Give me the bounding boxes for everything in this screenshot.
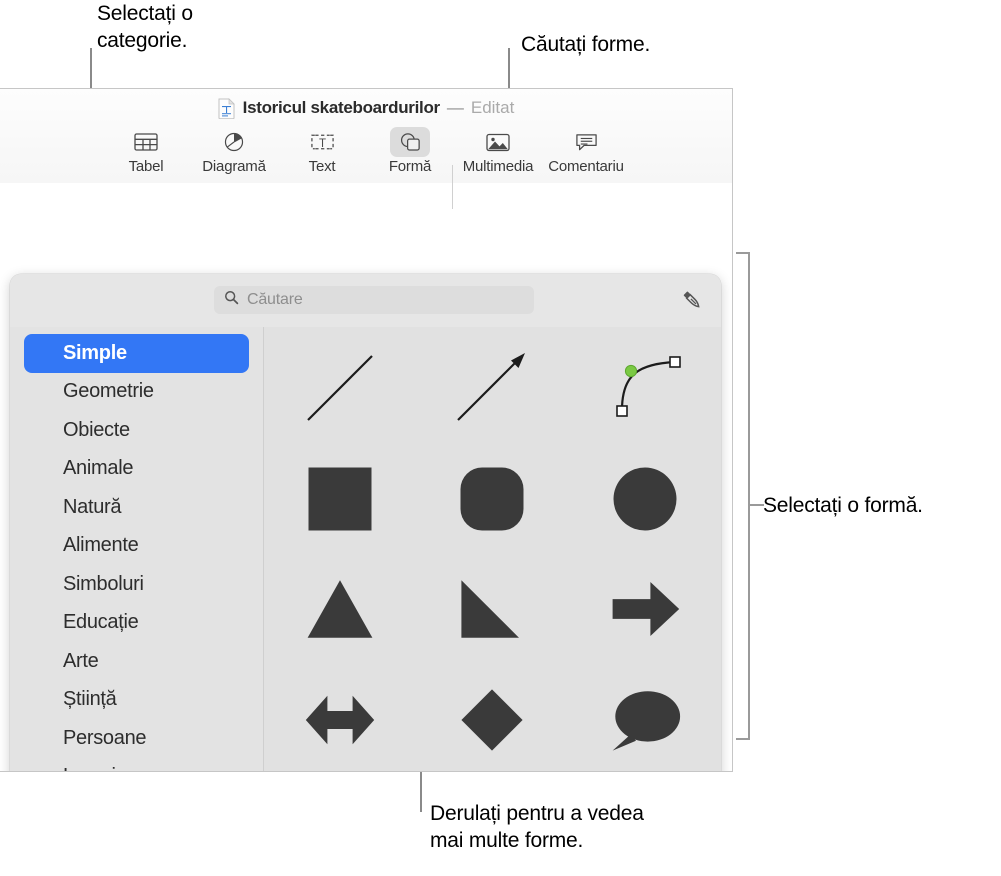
category-sidebar[interactable]: Simple Geometrie Obiecte Animale Natură … [10,327,264,771]
double-arrow-shape[interactable] [264,665,416,772]
circle-shape[interactable] [569,444,721,555]
right-arrow-shape[interactable] [569,554,721,665]
search-icon [224,290,239,310]
sidebar-label-locuri: Locuri [63,765,116,771]
toolbar-label-media: Multimedia [462,158,534,175]
toolbar-label-table: Tabel [128,158,164,175]
table-icon [126,127,166,157]
sidebar-item-simboluri[interactable]: Simboluri [24,565,249,604]
speech-bubble-oval-shape[interactable] [569,665,721,772]
bracket-tick-shape [750,504,764,506]
sidebar-label-alimente: Alimente [63,534,139,557]
sidebar-item-simple[interactable]: Simple [24,334,249,373]
right-triangle-shape[interactable] [416,554,568,665]
sidebar-item-natura[interactable]: Natură [24,488,249,527]
callout-select-shape: Selectați o formă. [763,494,923,517]
bezier-curve-shape[interactable] [569,333,721,444]
app-window: Istoricul skateboardurilor — Editat Tabe… [0,88,733,772]
triangle-shape[interactable] [264,554,416,665]
toolbar-label-chart: Diagramă [202,158,266,175]
edit-status: Editat [470,98,515,117]
shapes-grid [264,327,721,772]
toolbar-item-table[interactable]: Tabel [102,125,190,175]
sidebar-item-locuri[interactable]: Locuri [24,758,249,771]
sidebar-label-educatie: Educație [63,611,139,634]
sidebar-label-simple: Simple [63,341,127,364]
shape-icon [390,127,430,157]
toolbar-item-media[interactable]: Multimedia [452,125,542,209]
sidebar-label-arte: Arte [63,649,99,672]
comment-icon [566,127,606,157]
popover-header: Căutare [10,274,721,328]
search-placeholder: Căutare [247,291,303,308]
toolbar-label-text: Text [308,158,336,175]
toolbar-item-chart[interactable]: Diagramă [190,125,278,175]
media-icon [478,127,518,157]
line-shape[interactable] [264,333,416,444]
rounded-square-shape[interactable] [416,444,568,555]
document-title-row: Istoricul skateboardurilor — Editat [0,95,732,121]
svg-text:T: T [318,138,325,150]
toolbar-label-comment: Comentariu [548,158,624,175]
square-shape[interactable] [264,444,416,555]
title-separator: — [446,98,464,117]
toolbar: Tabel Diagramă T Text Formă Multimedia C… [0,125,732,209]
sidebar-item-geometrie[interactable]: Geometrie [24,373,249,412]
bracket-shapes-grid [736,252,750,740]
sidebar-item-alimente[interactable]: Alimente [24,527,249,566]
sidebar-item-animale[interactable]: Animale [24,450,249,489]
popover-body: Simple Geometrie Obiecte Animale Natură … [10,327,721,772]
sidebar-item-stiinta[interactable]: Știință [24,681,249,720]
pages-document-icon [218,97,235,119]
toolbar-label-shape: Formă [388,158,432,175]
callout-select-category: Selectați o categorie. [97,2,193,52]
callout-search-shapes: Căutați forme. [521,33,651,56]
sidebar-item-arte[interactable]: Arte [24,642,249,681]
sidebar-item-obiecte[interactable]: Obiecte [24,411,249,450]
sidebar-item-persoane[interactable]: Persoane [24,719,249,758]
toolbar-item-comment[interactable]: Comentariu [542,125,630,175]
sidebar-label-geometrie: Geometrie [63,380,154,403]
sidebar-label-natura: Natură [63,495,122,518]
document-title[interactable]: Istoricul skateboardurilor [243,98,441,118]
sidebar-item-educatie[interactable]: Educație [24,604,249,643]
shapes-popover: Căutare Simple Geometrie Obiecte Animale… [10,274,721,772]
sidebar-label-simboluri: Simboluri [63,572,144,595]
sidebar-label-persoane: Persoane [63,726,147,749]
text-box-icon: T [302,127,342,157]
arrow-line-shape[interactable] [416,333,568,444]
toolbar-item-text[interactable]: T Text [278,125,366,175]
chart-icon [214,127,254,157]
search-input[interactable]: Căutare [214,286,534,314]
callout-scroll-more: Derulați pentru a vedea mai multe forme. [430,802,644,852]
window-titlebar: Istoricul skateboardurilor — Editat Tabe… [0,89,732,209]
sidebar-label-stiinta: Știință [63,688,117,711]
diamond-shape[interactable] [416,665,568,772]
sidebar-label-animale: Animale [63,457,134,480]
toolbar-item-shape[interactable]: Formă [366,125,454,175]
pen-icon[interactable] [679,287,705,313]
toolbar-divider [452,165,453,209]
sidebar-label-obiecte: Obiecte [63,418,130,441]
